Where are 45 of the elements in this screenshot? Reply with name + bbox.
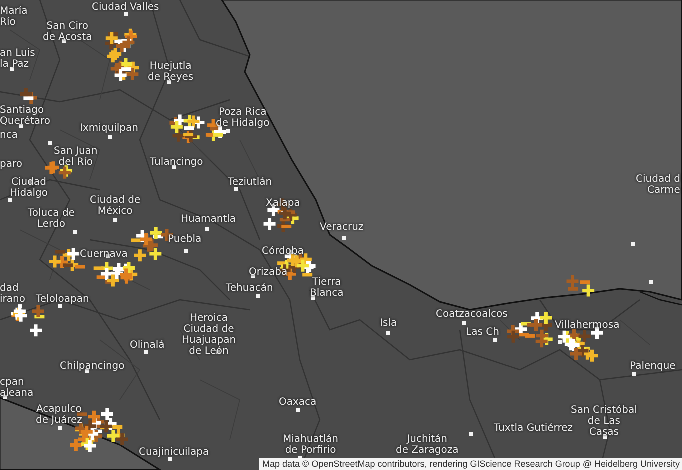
place-label: paro — [0, 159, 22, 170]
place-label: Isla — [380, 318, 398, 329]
place-label: Heroica Ciudad de Huajuapan de León — [182, 313, 236, 357]
place-label: Miahuatlán de Porfirio — [283, 434, 339, 456]
place-label: Tierra Blanca — [310, 277, 344, 299]
place-label: Chilpancingo — [60, 361, 125, 372]
place-label: Veracruz — [320, 222, 364, 233]
place-label: Palenque — [630, 361, 676, 372]
place-label: Las Ch — [466, 327, 500, 338]
place-label: nca — [0, 130, 18, 141]
place-label: Orizaba — [249, 267, 288, 278]
map-attribution: Map data © OpenStreetMap contributors, rendering GIScience Research Group @ Heidelberg University — [258, 458, 682, 470]
place-label: Tuxtla Gutiérrez — [494, 423, 574, 434]
place-label: San Ciro de Acosta — [43, 21, 92, 43]
place-label: Ixmiquilpan — [80, 123, 138, 134]
place-label: Cuernava — [80, 249, 128, 260]
place-label: Coatzacoalcos — [436, 309, 508, 320]
place-label: Córdoba — [262, 246, 304, 257]
place-label: Toluca de Lerdo — [28, 208, 75, 230]
place-label: cpan aleana — [0, 377, 34, 399]
place-label: Cuajinicuilapa — [139, 447, 210, 458]
place-label: Ciudad Valles — [92, 2, 160, 13]
place-label: Huejutla de Reyes — [148, 61, 194, 83]
place-label: Acapulco de Juárez — [36, 404, 82, 426]
place-label: Teloloapan — [36, 294, 90, 305]
place-label: Puebla — [168, 234, 202, 245]
place-label: San Cristóbal de Las Casas — [571, 405, 638, 438]
place-label: Tulancingo — [150, 157, 204, 168]
place-label: dad irano — [0, 283, 26, 305]
place-label: Ciudad Hidalgo — [10, 177, 48, 199]
place-label: Juchitán de Zaragoza — [396, 434, 459, 456]
place-label: María Río — [0, 6, 28, 28]
place-label: Huamantla — [181, 214, 236, 225]
place-label: Xalapa — [266, 198, 300, 209]
place-label: Tehuacán — [226, 283, 274, 294]
place-label: Teziutlán — [228, 177, 272, 188]
place-label: San Juan del Río — [54, 146, 98, 168]
place-label: Santiago Querétaro — [0, 105, 50, 127]
place-label: Ciudad d Carme — [636, 174, 680, 196]
place-label: Poza Rica de Hidalgo — [216, 107, 270, 129]
place-label: an Luis la Paz — [0, 48, 36, 70]
place-label: Oaxaca — [279, 397, 317, 408]
place-label: Ciudad de México — [90, 195, 141, 217]
place-label: Olinalá — [130, 340, 165, 351]
place-label: Villahermosa — [555, 320, 620, 331]
